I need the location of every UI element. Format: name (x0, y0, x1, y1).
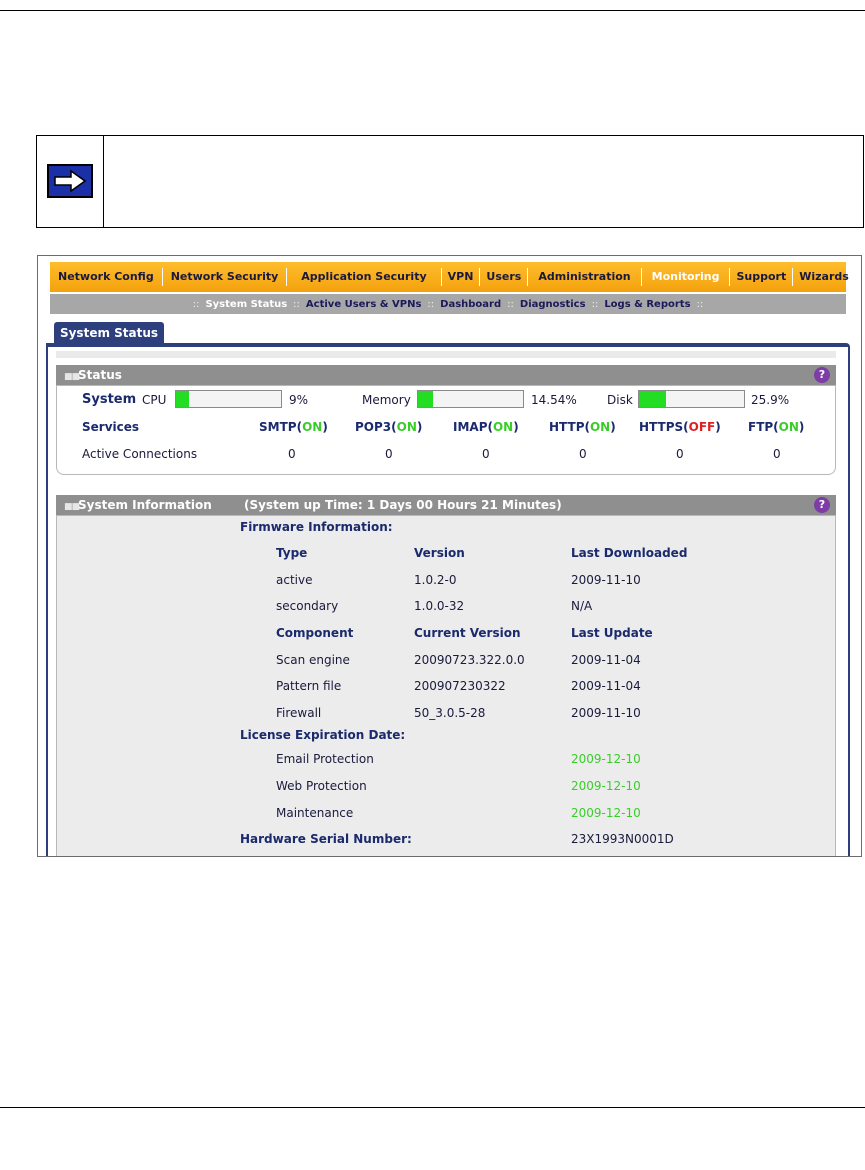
status-panel-body: System CPU 9% Memory 14.54% Disk 25.9% S… (56, 385, 836, 475)
memory-value: 14.54% (531, 393, 577, 407)
submenu-separator: :: (696, 298, 704, 310)
status-title: Status (78, 368, 122, 382)
menu-vpn[interactable]: VPN (442, 268, 481, 286)
tab-content: ■■Status ? System CPU 9% Memory 14.54% D… (46, 347, 850, 856)
disk-bar (638, 390, 745, 408)
license-date: 2009-12-10 (571, 752, 641, 766)
grip-icon: ■■ (64, 372, 80, 382)
active-connections-label: Active Connections (82, 447, 198, 461)
license-name: Maintenance (276, 806, 354, 820)
sysinfo-title: System Information (78, 498, 212, 512)
connections-smtp: 0 (288, 447, 296, 461)
main-menu: Network Config Network Security Applicat… (50, 262, 849, 292)
license-label: License Expiration Date: (240, 728, 406, 742)
fw-header-type: Type (276, 546, 308, 560)
comp-header-current-version: Current Version (414, 626, 521, 640)
content-strip (56, 351, 836, 358)
note-box (36, 135, 864, 228)
license-date: 2009-12-10 (571, 806, 641, 820)
help-icon[interactable]: ? (814, 367, 830, 383)
comp-row-date: 2009-11-04 (571, 679, 641, 693)
sysinfo-panel-header: ■■System Information (System up Time: 1 … (56, 495, 836, 515)
comp-row-version: 50_3.0.5-28 (414, 706, 486, 720)
comp-row-version: 200907230322 (414, 679, 506, 693)
comp-row-date: 2009-11-04 (571, 653, 641, 667)
note-icon-cell (37, 136, 104, 227)
menu-network-security[interactable]: Network Security (163, 268, 288, 286)
comp-header-last-update: Last Update (571, 626, 653, 640)
fw-header-last-downloaded: Last Downloaded (571, 546, 688, 560)
memory-bar (417, 390, 524, 408)
memory-label: Memory (362, 393, 411, 407)
status-panel-header: ■■Status ? (56, 365, 836, 385)
submenu-logs-reports[interactable]: Logs & Reports (604, 299, 690, 310)
fw-row-date: 2009-11-10 (571, 573, 641, 587)
grip-icon: ■■ (64, 502, 80, 512)
cpu-value: 9% (289, 393, 309, 407)
connections-imap: 0 (482, 447, 490, 461)
connections-ftp: 0 (773, 447, 781, 461)
uptime-text: (System up Time: 1 Days 00 Hours 21 Minu… (243, 498, 562, 512)
menu-wizards[interactable]: Wizards (793, 268, 855, 286)
comp-row-version: 20090723.322.0.0 (414, 653, 525, 667)
fw-row-version: 1.0.2-0 (414, 573, 457, 587)
fw-row-type: secondary (276, 599, 339, 613)
menu-support[interactable]: Support (730, 268, 794, 286)
service-smtp: SMTP(ON) (259, 420, 328, 434)
comp-header-component: Component (276, 626, 354, 640)
serial-label: Hardware Serial Number: (240, 832, 412, 846)
disk-value: 25.9% (751, 393, 790, 407)
comp-row-date: 2009-11-10 (571, 706, 641, 720)
submenu-separator: :: (507, 298, 514, 310)
service-ftp: FTP(ON) (748, 420, 805, 434)
service-https: HTTPS(OFF) (639, 420, 721, 434)
license-date: 2009-12-10 (571, 779, 641, 793)
sysinfo-panel-body: Firmware Information: Type Version Last … (56, 515, 836, 856)
menu-application-security[interactable]: Application Security (287, 268, 442, 286)
menu-users[interactable]: Users (480, 268, 529, 286)
sub-menu: :: System Status :: Active Users & VPNs … (50, 294, 846, 314)
submenu-separator: :: (427, 298, 435, 310)
connections-http: 0 (579, 447, 587, 461)
help-icon[interactable]: ? (814, 497, 830, 513)
cpu-label: CPU (142, 393, 167, 407)
submenu-separator: :: (591, 298, 599, 310)
firmware-label: Firmware Information: (240, 520, 393, 534)
tab-system-status[interactable]: System Status (54, 322, 164, 344)
fw-row-version: 1.0.0-32 (414, 599, 465, 613)
submenu-diagnostics[interactable]: Diagnostics (520, 299, 586, 310)
arrow-right-icon (47, 164, 93, 198)
license-name: Web Protection (276, 779, 367, 793)
submenu-dashboard[interactable]: Dashboard (440, 299, 501, 310)
top-rule (0, 10, 865, 11)
comp-row-name: Pattern file (276, 679, 342, 693)
comp-row-name: Scan engine (276, 653, 350, 667)
fw-row-type: active (276, 573, 313, 587)
bottom-rule (0, 1107, 865, 1108)
submenu-separator: :: (293, 298, 300, 310)
serial-value: 23X1993N0001D (571, 832, 674, 846)
submenu-system-status[interactable]: System Status (205, 299, 287, 310)
connections-pop3: 0 (385, 447, 393, 461)
service-pop3: POP3(ON) (355, 420, 423, 434)
service-imap: IMAP(ON) (453, 420, 519, 434)
submenu-separator: :: (192, 298, 200, 310)
disk-label: Disk (607, 393, 633, 407)
submenu-active-users[interactable]: Active Users & VPNs (306, 299, 421, 310)
menu-administration[interactable]: Administration (528, 268, 642, 286)
service-http: HTTP(ON) (549, 420, 616, 434)
license-name: Email Protection (276, 752, 374, 766)
fw-row-date: N/A (571, 599, 593, 613)
cpu-bar (175, 390, 282, 408)
menu-monitoring[interactable]: Monitoring (642, 268, 731, 286)
connections-https: 0 (676, 447, 684, 461)
fw-header-version: Version (414, 546, 465, 560)
services-label: Services (82, 420, 140, 434)
screenshot-window: Network Config Network Security Applicat… (37, 255, 862, 857)
menu-network-config[interactable]: Network Config (50, 268, 163, 286)
comp-row-name: Firewall (276, 706, 322, 720)
system-label: System (82, 392, 137, 407)
